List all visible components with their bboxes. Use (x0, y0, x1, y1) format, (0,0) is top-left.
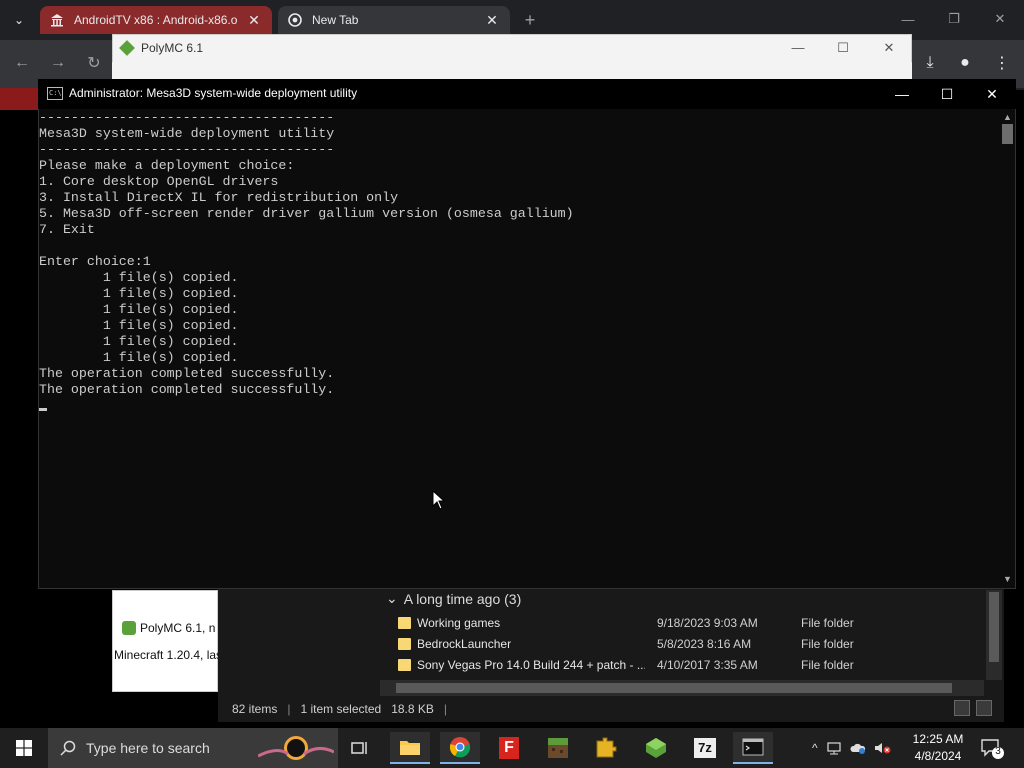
7zip-icon[interactable]: 7z (685, 732, 725, 764)
cmd-minimize-button[interactable]: — (880, 79, 924, 109)
polymc-icon[interactable] (636, 732, 676, 764)
notification-count: 3 (995, 746, 1001, 757)
file-row[interactable]: BedrockLauncher 5/8/2023 8:16 AM File fo… (398, 635, 878, 655)
file-row[interactable]: Working games 9/18/2023 9:03 AM File fol… (398, 614, 878, 634)
foxit-reader-icon[interactable]: F (489, 732, 529, 764)
polymc-window-title: PolyMC 6.1 (141, 41, 204, 55)
tab-close-icon[interactable]: ✕ (246, 12, 262, 29)
file-date: 4/10/2017 3:35 AM (657, 658, 758, 672)
item-count: 82 items (232, 702, 278, 716)
folder-icon (398, 659, 411, 671)
scroll-up-icon[interactable]: ▲ (1001, 112, 1014, 122)
cmd-close-button[interactable]: ✕ (970, 79, 1014, 109)
windows-start-button[interactable] (0, 728, 48, 768)
status-separator: | (287, 702, 291, 716)
chrome-menu-button[interactable]: ⋮ (988, 49, 1016, 77)
chrome-restore-button[interactable]: ❐ (934, 4, 974, 34)
instance-version-label: Minecraft 1.20.4, las (114, 648, 218, 662)
polymc-minimize-button[interactable]: — (783, 40, 813, 60)
new-tab-button[interactable]: + (518, 10, 542, 30)
cmd-scroll-thumb[interactable] (1002, 124, 1013, 144)
selection-count: 1 item selected (300, 702, 382, 716)
cmd-maximize-button[interactable]: ☐ (925, 79, 969, 109)
tab-search-dropdown-icon[interactable]: ⌄ (6, 8, 32, 32)
chrome-minimize-button[interactable]: — (888, 4, 928, 34)
details-view-icon[interactable] (954, 700, 970, 716)
explorer-horizontal-scroll-thumb[interactable] (396, 683, 952, 693)
chevron-down-icon: ⌄ (386, 590, 398, 606)
polymc-maximize-button[interactable]: ☐ (828, 40, 858, 60)
network-icon[interactable] (826, 741, 842, 755)
group-header[interactable]: ⌄ A long time ago (3) (386, 590, 521, 607)
notification-center-icon[interactable]: 3 (980, 738, 1004, 760)
back-button[interactable]: ← (8, 49, 36, 77)
chrome-close-button[interactable]: ✕ (980, 4, 1020, 34)
explorer-vertical-scroll-thumb[interactable] (989, 592, 999, 662)
cmd-vertical-scrollbar[interactable] (1000, 110, 1015, 588)
group-header-label: A long time ago (3) (403, 590, 522, 607)
folder-icon (398, 638, 411, 650)
mouse-pointer-icon (432, 490, 446, 510)
polymc-instance-panel (112, 590, 218, 692)
bank-icon (51, 14, 63, 27)
polymc-toolbar (112, 62, 912, 80)
polymc-close-button[interactable]: ✕ (874, 40, 904, 60)
chrome-icon[interactable] (440, 732, 480, 764)
console-output[interactable]: ------------------------------------- Me… (39, 110, 999, 588)
scroll-down-icon[interactable]: ▼ (1001, 574, 1014, 584)
tab-close-icon[interactable]: ✕ (484, 12, 500, 29)
profile-icon[interactable]: ● (951, 49, 979, 77)
tray-chevron-up-icon[interactable]: ^ (812, 741, 818, 755)
selection-size: 18.8 KB (391, 702, 434, 716)
text-cursor (39, 408, 47, 411)
file-type: File folder (801, 658, 854, 672)
polymc-instance-icon (122, 621, 136, 635)
file-explorer-icon[interactable] (390, 732, 430, 764)
search-highlight-eclipse-icon (258, 736, 334, 760)
file-type: File folder (801, 637, 854, 651)
cmd-icon[interactable] (733, 732, 773, 764)
file-date: 9/18/2023 9:03 AM (657, 616, 758, 630)
clock-time: 12:25 AM (912, 732, 964, 746)
volume-muted-icon[interactable] (874, 741, 892, 755)
search-placeholder: Type here to search (86, 740, 210, 756)
puzzle-app-icon[interactable] (587, 732, 627, 764)
download-icon[interactable]: ⤓ (916, 49, 944, 77)
taskbar-clock[interactable]: 12:25 AM 4/8/2024 (906, 731, 970, 765)
instance-label: PolyMC 6.1, n (140, 621, 216, 635)
page-content-strip (0, 88, 40, 110)
tab-new-tab[interactable]: New Tab ✕ (278, 6, 510, 34)
system-tray: ^ (812, 728, 892, 768)
polymc-instance-item[interactable]: PolyMC 6.1, n (122, 621, 218, 635)
windows-logo-icon (16, 740, 32, 756)
file-type: File folder (801, 616, 854, 630)
onedrive-icon[interactable] (850, 742, 866, 754)
folder-icon (398, 617, 411, 629)
view-toggle (954, 700, 992, 716)
file-name: Sony Vegas Pro 14.0 Build 244 + patch - … (417, 658, 645, 672)
cmd-window-title: Administrator: Mesa3D system-wide deploy… (69, 86, 358, 100)
minecraft-icon[interactable] (538, 732, 578, 764)
file-name: Working games (417, 616, 501, 630)
tab-title: New Tab (312, 13, 359, 27)
task-view-icon[interactable] (340, 732, 380, 764)
status-separator: | (443, 702, 448, 716)
file-row[interactable]: Sony Vegas Pro 14.0 Build 244 + patch - … (398, 656, 878, 676)
reload-button[interactable]: ↻ (80, 49, 108, 77)
large-icons-view-icon[interactable] (976, 700, 992, 716)
cmd-icon: C:\ (47, 87, 63, 100)
forward-button[interactable]: → (44, 49, 72, 77)
file-name: BedrockLauncher (417, 637, 512, 651)
chrome-icon (288, 13, 302, 27)
file-date: 5/8/2023 8:16 AM (657, 637, 752, 651)
tab-androidtv[interactable]: AndroidTV x86 : Android-x86.o ✕ (40, 6, 272, 34)
search-icon (60, 740, 76, 756)
explorer-status-bar: 82 items | 1 item selected 18.8 KB | (218, 698, 1004, 720)
clock-date: 4/8/2024 (914, 749, 962, 763)
tab-title: AndroidTV x86 : Android-x86.o (74, 13, 238, 27)
